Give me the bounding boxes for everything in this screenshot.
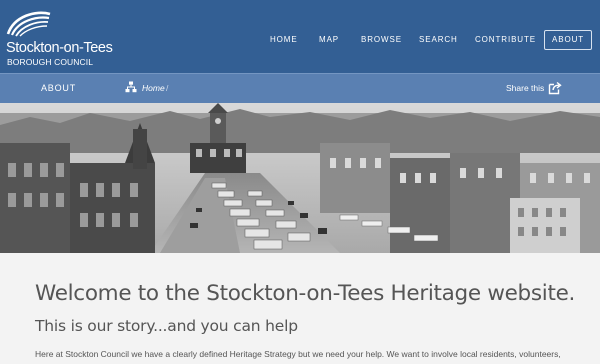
share-link[interactable]: Share this (506, 74, 544, 102)
brand-subtitle: BOROUGH COUNCIL (7, 57, 94, 67)
nav-browse[interactable]: BROWSE (361, 31, 402, 49)
section-bar: ABOUT Home / Share this (0, 73, 600, 104)
breadcrumb-separator: / (166, 83, 169, 93)
heritage-banner-photo (0, 103, 600, 253)
intro-paragraph: Here at Stockton Council we have a clear… (35, 349, 561, 359)
main-navigation: HOME MAP BROWSE SEARCH CONTRIBUTE ABOUT (0, 30, 600, 50)
main-content: Welcome to the Stockton-on-Tees Heritage… (0, 253, 600, 364)
page-subheading: This is our story...and you can help (35, 317, 298, 335)
site-header: Stockton-on-Tees BOROUGH COUNCIL HOME MA… (0, 0, 600, 73)
nav-about-active[interactable]: ABOUT (544, 30, 592, 50)
breadcrumb-home[interactable]: Home (142, 74, 165, 102)
nav-search[interactable]: SEARCH (419, 31, 458, 49)
section-title: ABOUT (41, 83, 77, 93)
nav-home[interactable]: HOME (270, 31, 298, 49)
nav-contribute[interactable]: CONTRIBUTE (475, 31, 536, 49)
heritage-photo (0, 103, 600, 253)
page-heading: Welcome to the Stockton-on-Tees Heritage… (35, 281, 576, 306)
share-icon[interactable] (548, 81, 562, 95)
nav-map[interactable]: MAP (319, 31, 339, 49)
sitemap-icon (125, 81, 137, 93)
